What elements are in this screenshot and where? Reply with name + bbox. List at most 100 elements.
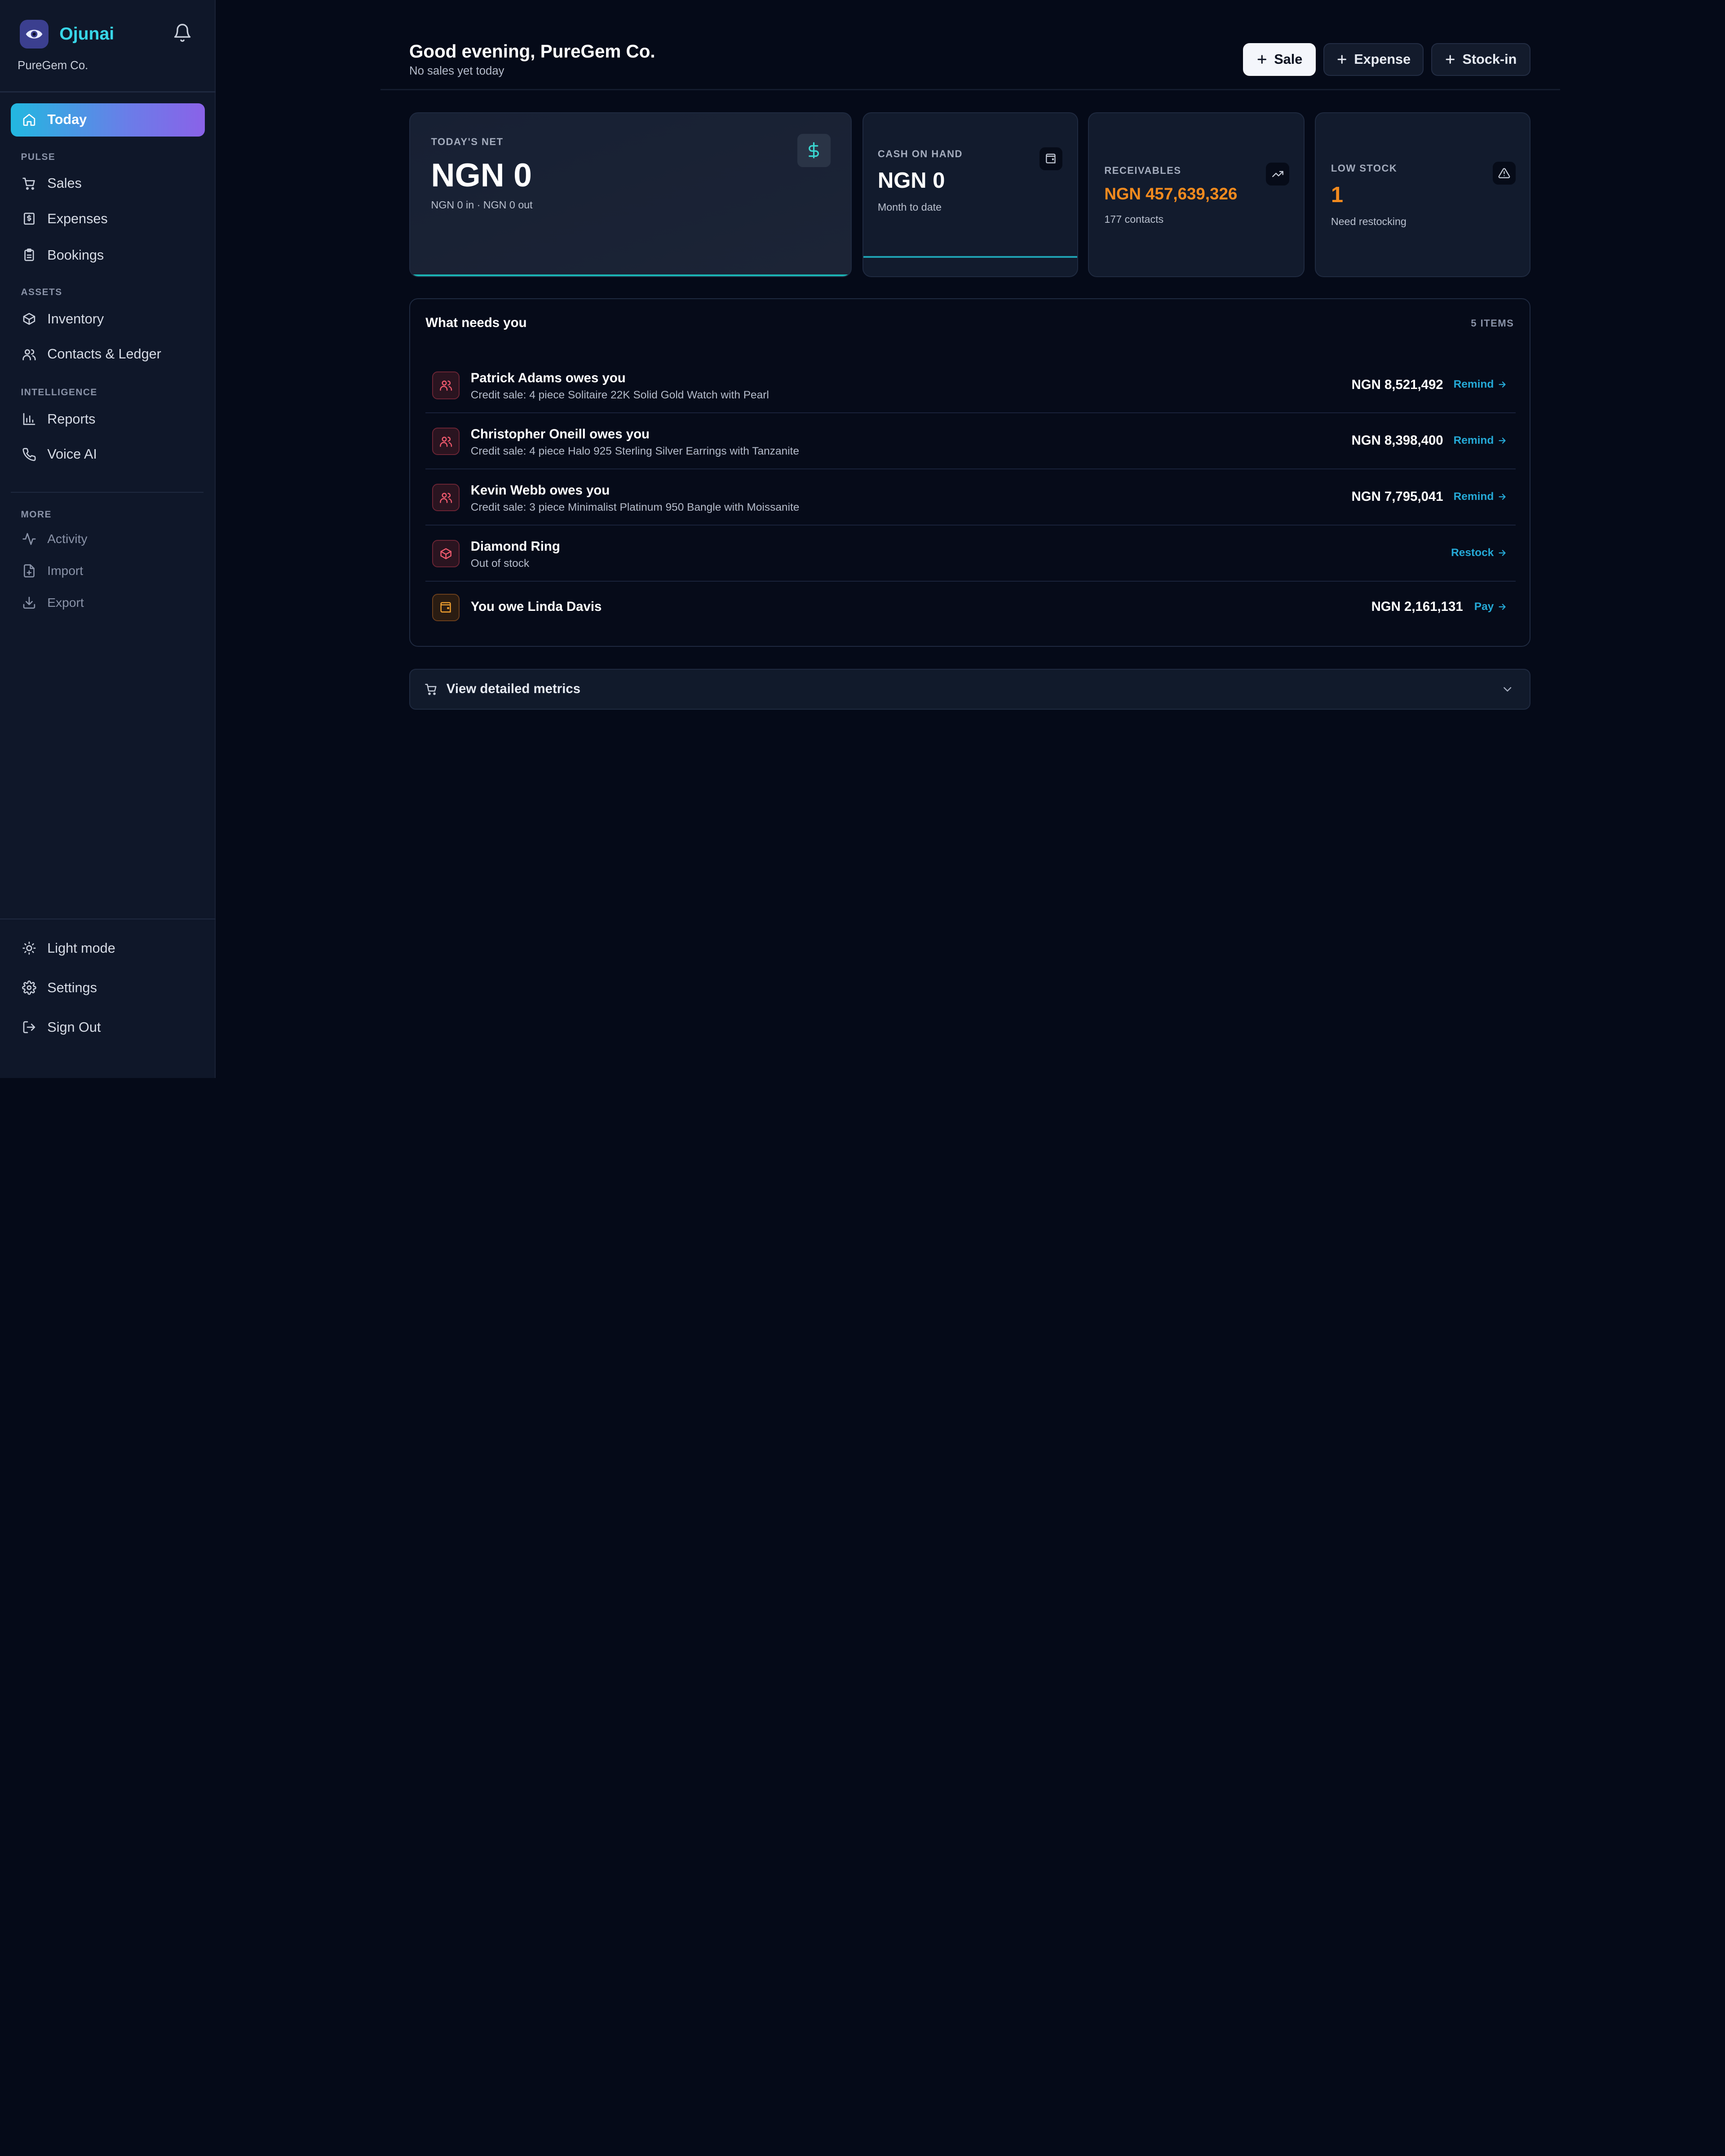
sidebar-item-label: Import (47, 564, 84, 578)
activity-icon (22, 533, 36, 545)
action-label: Pay (1474, 600, 1494, 613)
sidebar-item-voice-ai[interactable]: Voice AI (11, 438, 204, 471)
sidebar-item-inventory[interactable]: Inventory (11, 302, 204, 335)
users-icon (22, 349, 36, 360)
sidebar-divider (0, 91, 216, 93)
sidebar-item-sign-out[interactable]: Sign Out (11, 1011, 204, 1044)
restock-button[interactable]: Restock (1451, 547, 1507, 559)
card-label: RECEIVABLES (1104, 164, 1181, 176)
plus-icon (1446, 55, 1455, 64)
section-assets: ASSETS (21, 287, 62, 298)
list-item[interactable]: Patrick Adams owes you Credit sale: 4 pi… (425, 357, 1516, 414)
item-title: Patrick Adams owes you (470, 370, 626, 385)
sidebar-item-label: Activity (47, 532, 88, 546)
section-pulse: PULSE (21, 151, 56, 162)
card-note: 177 contacts (1104, 213, 1164, 225)
sidebar-item-reports[interactable]: Reports (11, 402, 204, 435)
sidebar-item-export[interactable]: Export (11, 586, 204, 619)
remind-button[interactable]: Remind (1454, 378, 1507, 391)
sidebar-item-expenses[interactable]: Expenses (11, 203, 204, 235)
org-name: PureGem Co. (18, 59, 88, 72)
pay-button[interactable]: Pay (1474, 601, 1507, 613)
brand-name: Ojunai (59, 24, 115, 44)
sidebar-item-import[interactable]: Import (11, 554, 204, 587)
brand[interactable]: Ojunai (20, 20, 114, 49)
users-icon (432, 484, 460, 512)
bell-icon[interactable] (172, 23, 192, 43)
metrics-label: View detailed metrics (446, 681, 581, 697)
clipboard-icon (24, 248, 34, 261)
sidebar-item-label: Reports (47, 411, 96, 427)
list-item[interactable]: Diamond Ring Out of stock Restock (425, 526, 1516, 582)
item-title: Kevin Webb owes you (470, 482, 610, 498)
item-amount: NGN 8,521,492 (1351, 377, 1443, 392)
section-intelligence: INTELLIGENCE (21, 387, 97, 398)
page-subtitle: No sales yet today (409, 65, 504, 78)
remind-button[interactable]: Remind (1454, 434, 1507, 447)
new-sale-button[interactable]: Sale (1243, 43, 1316, 76)
card-todays-net[interactable]: TODAY'S NET NGN 0 NGN 0 in · NGN 0 out (409, 112, 852, 278)
list-item[interactable]: You owe Linda Davis NGN 2,161,131 Pay (425, 582, 1516, 633)
eye-logo-icon (20, 20, 49, 49)
gear-icon (22, 981, 36, 995)
cart-icon (22, 177, 35, 190)
button-label: Expense (1354, 51, 1411, 67)
card-accent-bar (863, 256, 1078, 258)
wallet-icon (432, 594, 460, 622)
list-item[interactable]: Christopher Oneill owes you Credit sale:… (425, 413, 1516, 470)
plus-icon (1337, 55, 1346, 64)
stock-in-button[interactable]: Stock-in (1431, 43, 1530, 76)
sidebar-item-label: Sales (47, 176, 82, 191)
file-import-icon (23, 564, 35, 578)
dollar-icon (797, 134, 831, 167)
detailed-metrics-toggle[interactable]: View detailed metrics (409, 668, 1530, 710)
users-icon (432, 371, 460, 399)
action-label: Remind (1453, 434, 1494, 446)
sidebar-item-activity[interactable]: Activity (11, 522, 204, 555)
sidebar-item-label: Export (47, 596, 84, 610)
home-icon (23, 114, 35, 126)
card-low-stock[interactable]: LOW STOCK 1 Need restocking (1314, 112, 1530, 278)
phone-icon (22, 447, 36, 461)
sidebar-item-label: Settings (47, 980, 97, 995)
app-root: Ojunai PureGem Co. Today PULSE Sales Exp… (0, 0, 1725, 1078)
item-title: Christopher Oneill owes you (470, 426, 650, 442)
sidebar-item-settings[interactable]: Settings (11, 971, 204, 1004)
card-accent-bar (413, 274, 849, 277)
card-note: NGN 0 in · NGN 0 out (431, 199, 533, 211)
alert-triangle-icon (1492, 161, 1516, 185)
sidebar-item-sales[interactable]: Sales (11, 167, 204, 200)
plus-icon (1257, 55, 1267, 64)
item-subtitle: Credit sale: 3 piece Minimalist Platinum… (470, 501, 800, 514)
sidebar-item-today[interactable]: Today (11, 103, 205, 137)
sidebar: Ojunai PureGem Co. Today PULSE Sales Exp… (0, 0, 216, 1078)
card-note: Month to date (877, 201, 942, 213)
logout-icon (23, 1021, 35, 1034)
list-item[interactable]: Kevin Webb owes you Credit sale: 3 piece… (425, 469, 1516, 526)
item-amount: NGN 8,398,400 (1351, 433, 1443, 448)
sidebar-item-label: Today (47, 112, 87, 128)
cart-icon (425, 684, 437, 695)
sidebar-item-bookings[interactable]: Bookings (11, 239, 204, 271)
sidebar-item-label: Contacts & Ledger (47, 346, 161, 362)
box-icon (432, 539, 460, 568)
sidebar-item-label: Inventory (47, 311, 104, 327)
bar-chart-icon (23, 413, 35, 425)
wallet-icon (1039, 147, 1063, 171)
card-receivables[interactable]: RECEIVABLES NGN 457,639,326 177 contacts (1088, 112, 1305, 278)
card-cash-on-hand[interactable]: CASH ON HAND NGN 0 Month to date (862, 112, 1079, 278)
remind-button[interactable]: Remind (1454, 490, 1507, 503)
card-value: NGN 0 (877, 168, 945, 193)
sidebar-divider (11, 491, 204, 493)
card-label: CASH ON HAND (877, 148, 963, 160)
sun-icon (22, 941, 36, 955)
sidebar-item-light-mode[interactable]: Light mode (11, 932, 204, 964)
new-expense-button[interactable]: Expense (1323, 43, 1424, 76)
action-label: Remind (1453, 378, 1494, 390)
section-more: MORE (21, 509, 52, 520)
sidebar-item-label: Bookings (47, 247, 104, 263)
header-divider (380, 89, 1560, 90)
sidebar-item-label: Sign Out (47, 1019, 101, 1035)
sidebar-item-label: Expenses (47, 211, 108, 226)
sidebar-item-contacts[interactable]: Contacts & Ledger (11, 338, 204, 371)
